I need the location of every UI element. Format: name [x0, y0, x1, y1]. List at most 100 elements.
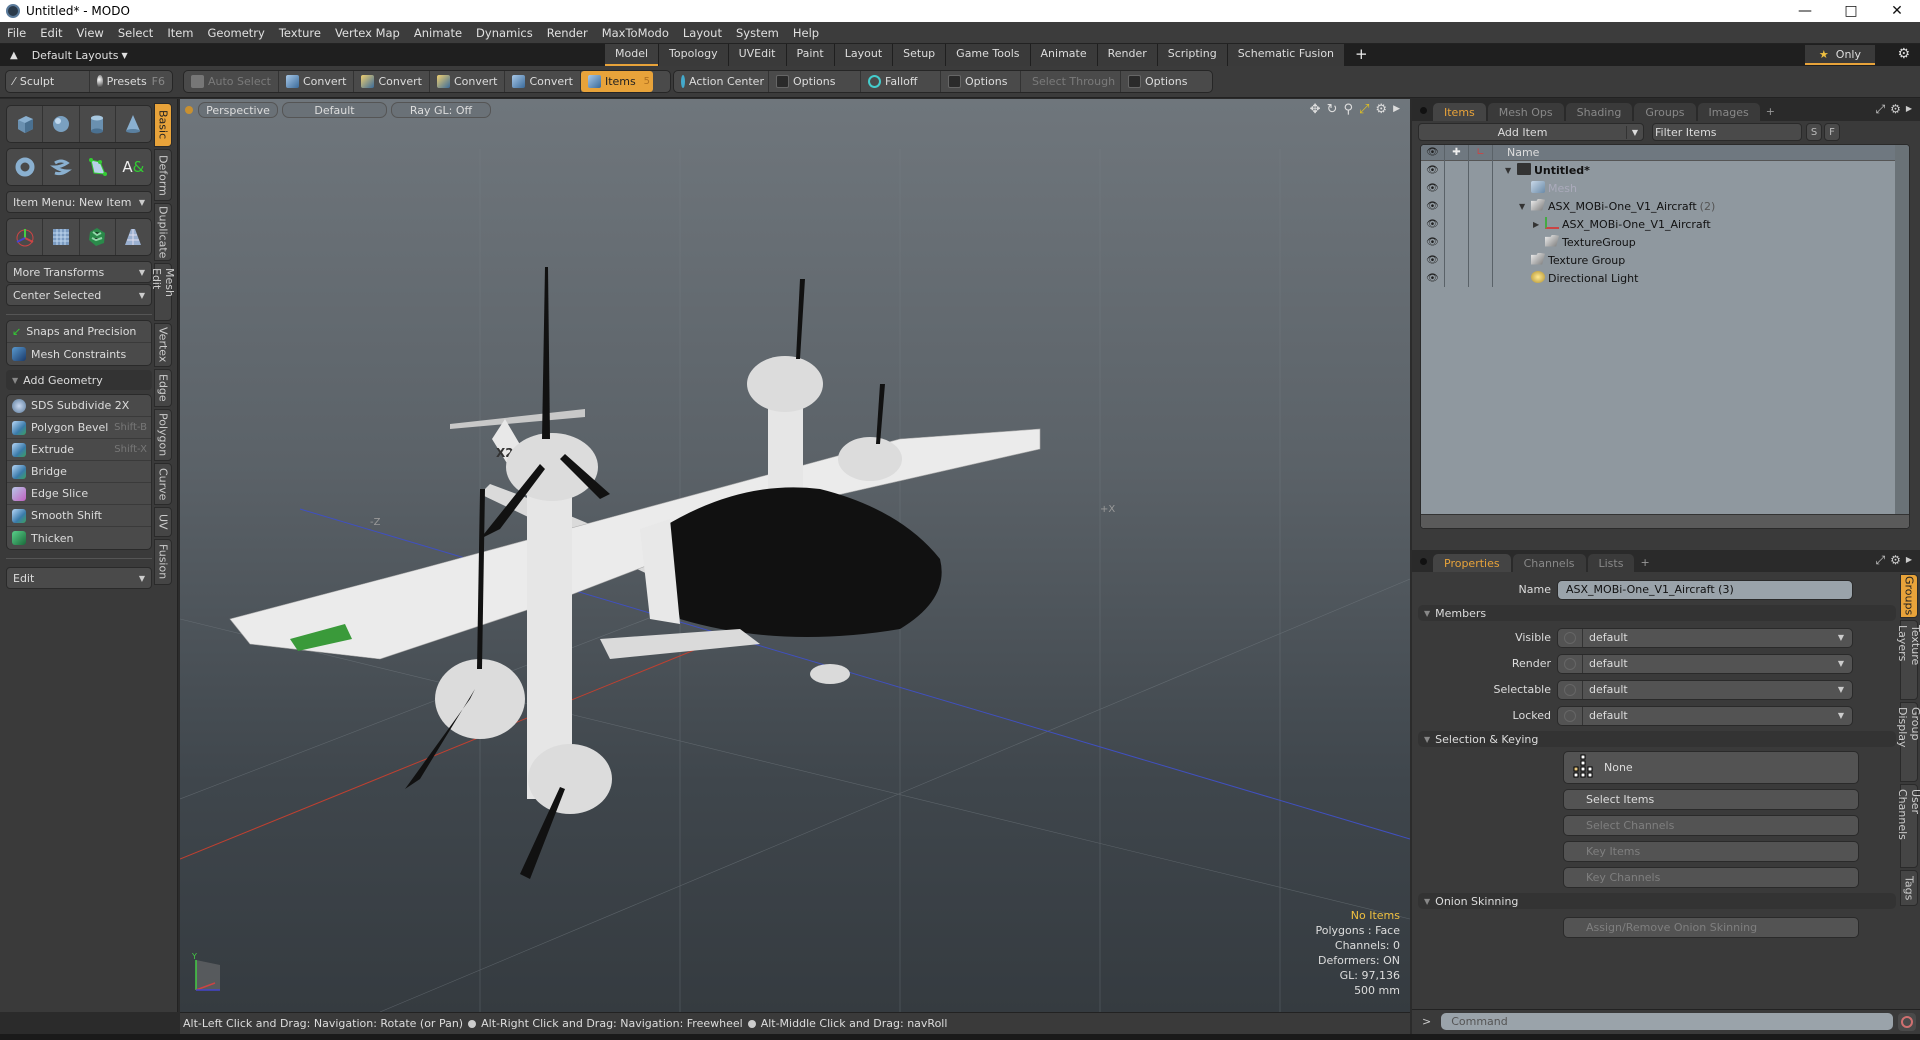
tab-model[interactable]: Model — [605, 44, 659, 66]
aircraft-model[interactable]: X2A — [229, 267, 1041, 879]
smooth-shift-button[interactable]: Smooth Shift — [7, 505, 151, 527]
vtab-groups[interactable]: Groups — [1900, 574, 1918, 618]
record-macro-button[interactable] — [1898, 1012, 1917, 1031]
checker-tool-button[interactable] — [80, 219, 116, 255]
maximize-panel-icon[interactable]: ⤢ — [1875, 102, 1885, 117]
command-input[interactable]: Command — [1441, 1013, 1894, 1030]
eye-visibility-icon[interactable]: 👁 — [1421, 197, 1445, 215]
center-selected-dropdown[interactable]: Center Selected ▼ — [6, 284, 152, 306]
vtab-fusion[interactable]: Fusion — [154, 539, 172, 585]
panel-gear-icon[interactable]: ⚙ — [1890, 102, 1901, 117]
f-button[interactable]: F — [1824, 123, 1840, 141]
assign-onion-skinning-button[interactable]: Assign/Remove Onion Skinning — [1563, 917, 1859, 938]
cone-tool-button[interactable] — [116, 106, 151, 142]
eye-visibility-icon[interactable]: 👁 — [1421, 251, 1445, 269]
gear-icon[interactable]: ⚙ — [1897, 46, 1910, 62]
sphere-tool-button[interactable] — [43, 106, 80, 142]
maximize-panel-icon[interactable]: ⤢ — [1875, 553, 1885, 568]
tab-layout[interactable]: Layout — [834, 44, 893, 66]
menu-geometry[interactable]: Geometry — [201, 26, 272, 40]
panel-arrow-icon[interactable]: ▶ — [1906, 102, 1912, 117]
select-through-button[interactable]: Select Through — [1021, 71, 1121, 92]
thicken-button[interactable]: Thicken — [7, 527, 151, 549]
mesh-constraints-button[interactable]: Mesh Constraints — [7, 343, 151, 365]
onion-skinning-section[interactable]: ▼ Onion Skinning — [1418, 893, 1896, 909]
text-tool-button[interactable]: A& — [116, 149, 151, 185]
menu-view[interactable]: View — [70, 26, 111, 40]
tab-render[interactable]: Render — [1097, 44, 1157, 66]
close-button[interactable]: ✕ — [1874, 0, 1920, 22]
tab-topology[interactable]: Topology — [659, 44, 728, 66]
add-tab-button[interactable]: + — [1345, 44, 1378, 66]
name-column-header[interactable]: Name — [1493, 146, 1539, 159]
convert-items-button[interactable]: Convert — [505, 71, 581, 92]
render-select[interactable]: default ▼ — [1557, 653, 1853, 674]
lock-toggle[interactable] — [1445, 179, 1469, 197]
menu-vertex-map[interactable]: Vertex Map — [328, 26, 407, 40]
transform-tool-button[interactable] — [7, 219, 44, 255]
tree-row[interactable]: 👁 ▼ ASX_MOBi-One_V1_Aircraft (2) — [1421, 197, 1909, 215]
selectable-select[interactable]: default ▼ — [1557, 679, 1853, 700]
menu-animate[interactable]: Animate — [407, 26, 469, 40]
tree-row[interactable]: 👁 Mesh — [1421, 179, 1909, 197]
select-through-options-button[interactable]: Options — [1121, 71, 1194, 92]
tree-row[interactable]: 👁 ▼ Untitled* — [1421, 161, 1909, 179]
uv-grid-tool-button[interactable] — [43, 219, 80, 255]
tab-setup[interactable]: Setup — [893, 44, 946, 66]
pen-tool-button[interactable] — [80, 149, 116, 185]
menu-maxtomodo[interactable]: MaxToModo — [595, 26, 676, 40]
menu-item[interactable]: Item — [160, 26, 200, 40]
shading-mode-button[interactable]: Default — [282, 102, 387, 118]
cube-tool-button[interactable] — [7, 106, 44, 142]
tab-images[interactable]: Images — [1697, 103, 1760, 121]
menu-texture[interactable]: Texture — [272, 26, 328, 40]
selection-keying-section[interactable]: ▼ Selection & Keying — [1418, 731, 1896, 747]
falloff-button[interactable]: Falloff — [861, 71, 941, 92]
lock-toggle[interactable] — [1445, 233, 1469, 251]
tree-row[interactable]: 👁 Directional Light — [1421, 269, 1909, 287]
action-center-options-button[interactable]: Options — [769, 71, 861, 92]
tab-scripting[interactable]: Scripting — [1157, 44, 1227, 66]
viewport-status-dot[interactable] — [185, 106, 193, 114]
vtab-basic[interactable]: Basic — [154, 103, 172, 147]
tab-groups[interactable]: Groups — [1634, 103, 1696, 121]
locator-toggle[interactable] — [1469, 269, 1493, 287]
more-transforms-dropdown[interactable]: More Transforms ▼ — [6, 261, 152, 283]
action-center-button[interactable]: Action Center — [674, 71, 769, 92]
falloff-options-button[interactable]: Options — [941, 71, 1021, 92]
snaps-precision-button[interactable]: ↙ Snaps and Precision — [7, 321, 151, 343]
menu-help[interactable]: Help — [786, 26, 826, 40]
viewport-settings-icon[interactable]: ⚙ — [1375, 102, 1387, 117]
lock-column-icon[interactable]: ✚ — [1445, 145, 1469, 161]
expand-toggle-icon[interactable]: ▶ — [1533, 220, 1545, 229]
edge-slice-button[interactable]: Edge Slice — [7, 483, 151, 505]
vtab-deform[interactable]: Deform — [154, 149, 172, 201]
vtab-uv[interactable]: UV — [154, 507, 172, 537]
tab-items[interactable]: Items — [1433, 103, 1486, 121]
menu-dynamics[interactable]: Dynamics — [469, 26, 540, 40]
item-menu-dropdown[interactable]: Item Menu: New Item ▼ — [6, 191, 152, 213]
menu-edit[interactable]: Edit — [33, 26, 69, 40]
vtab-vertex[interactable]: Vertex — [154, 323, 172, 367]
vtab-group-display[interactable]: Group Display — [1896, 702, 1920, 782]
vtab-curve[interactable]: Curve — [154, 463, 172, 505]
rotate-icon[interactable]: ↻ — [1327, 102, 1338, 117]
select-items-button[interactable]: Select Items — [1563, 789, 1859, 810]
torus-tool-button[interactable] — [7, 149, 44, 185]
select-channels-button[interactable]: Select Channels — [1563, 815, 1859, 836]
add-tab-button[interactable]: + — [1640, 556, 1649, 569]
only-button[interactable]: ★ Only — [1804, 45, 1875, 65]
locator-toggle[interactable] — [1469, 251, 1493, 269]
key-channels-button[interactable]: Key Channels — [1563, 867, 1859, 888]
expand-toggle-icon[interactable]: ▼ — [1519, 202, 1531, 211]
vtab-mesh-edit[interactable]: Mesh Edit — [150, 263, 176, 321]
menu-select[interactable]: Select — [111, 26, 160, 40]
tree-horizontal-scrollbar[interactable] — [1421, 514, 1909, 528]
capsule-tool-button[interactable] — [43, 149, 80, 185]
convert-polygons-button[interactable]: Convert — [430, 71, 506, 92]
fit-view-icon[interactable]: ⤢ — [1359, 102, 1369, 117]
visibility-column-icon[interactable]: 👁 — [1421, 145, 1445, 161]
lock-toggle[interactable] — [1445, 215, 1469, 233]
lock-toggle[interactable] — [1445, 161, 1469, 179]
eye-visibility-icon[interactable]: 👁 — [1421, 233, 1445, 251]
